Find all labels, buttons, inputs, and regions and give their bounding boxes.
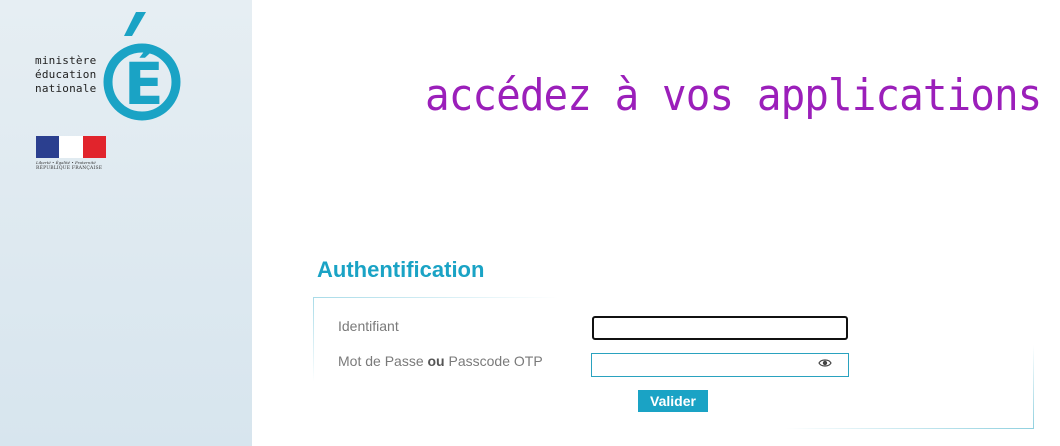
auth-title: Authentification <box>317 257 485 282</box>
logo-line-2: éducation <box>35 68 97 81</box>
identifiant-input[interactable] <box>592 316 848 340</box>
e-accent-logo-icon: É <box>103 12 181 121</box>
headline: accédez à vos applications <box>425 70 1042 121</box>
form-frame-right <box>1033 345 1034 429</box>
ministry-logo-text: ministère éducation nationale <box>35 54 96 96</box>
valider-button[interactable]: Valider <box>638 390 708 412</box>
password-label-part2: Passcode OTP <box>444 353 543 369</box>
identifiant-label: Identifiant <box>338 318 399 334</box>
logo-line-3: nationale <box>35 82 97 95</box>
form-frame-bottom <box>785 428 1034 429</box>
form-frame-left <box>313 297 314 382</box>
password-label-part1: Mot de Passe <box>338 353 428 369</box>
password-label-or: ou <box>427 353 445 369</box>
password-label: Mot de Passe ou Passcode OTP <box>338 353 543 369</box>
logo-line-1: ministère <box>35 54 97 67</box>
ministry-logo: ministère éducation nationale É <box>32 10 182 130</box>
flag-icon <box>36 136 106 158</box>
password-input[interactable] <box>591 353 849 377</box>
form-frame-top <box>313 297 558 298</box>
eye-icon[interactable] <box>818 356 832 370</box>
flag-republic-text: RÉPUBLIQUE FRANÇAISE <box>36 166 103 171</box>
republique-francaise-logo: Liberté • Égalité • Fraternité RÉPUBLIQU… <box>36 136 106 178</box>
sidebar: ministère éducation nationale É Liberté … <box>0 0 252 446</box>
flag-motto: Liberté • Égalité • Fraternité <box>36 160 96 165</box>
logo-letter: É <box>124 49 164 118</box>
